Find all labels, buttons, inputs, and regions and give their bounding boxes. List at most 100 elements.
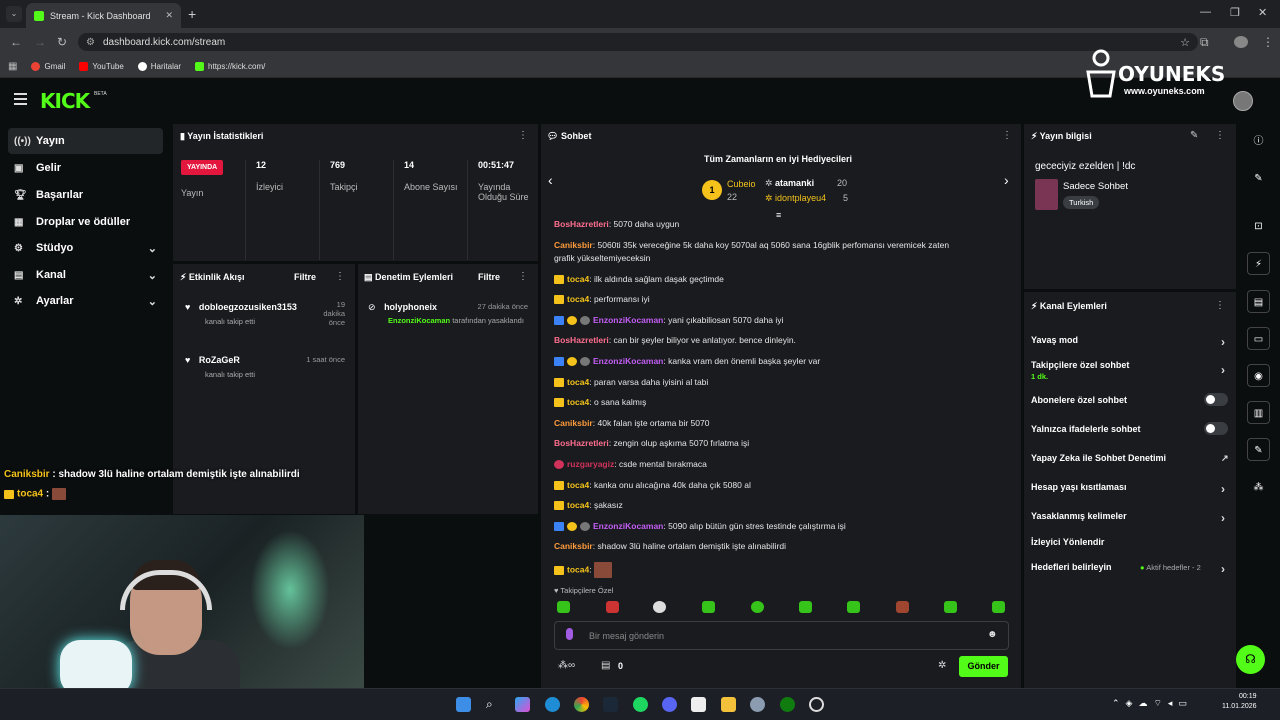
document-icon[interactable]: ▤ [1247, 290, 1270, 313]
chat-username[interactable]: toca4 [567, 480, 589, 490]
pencil-icon[interactable]: ✎ [1247, 167, 1270, 190]
action-slow-mode[interactable]: Yavaş mod › [1031, 335, 1225, 349]
chat-username[interactable]: BosHazretleri [554, 438, 609, 448]
bookmark-gmail[interactable]: Gmail [31, 62, 65, 71]
tab-search-icon[interactable]: ⌄ [6, 6, 22, 22]
chat-username[interactable]: BosHazretleri [554, 335, 609, 345]
chat-username[interactable]: BosHazretleri [554, 219, 609, 229]
app-icon[interactable] [809, 697, 824, 712]
profile-icon[interactable] [1234, 36, 1248, 48]
chat-menu-icon[interactable]: ⋮ [1002, 130, 1012, 141]
emote[interactable] [799, 601, 812, 613]
system-clock[interactable]: 00:19 11.01.2026 [1222, 692, 1257, 712]
chat-username[interactable]: EnzonziKocaman [593, 315, 663, 325]
prev-arrow-icon[interactable]: ‹ [548, 172, 553, 188]
settings-icon[interactable] [750, 697, 765, 712]
restore-icon[interactable]: ❐ [1230, 6, 1240, 19]
bolt-icon[interactable]: ⚡︎ [1247, 252, 1270, 275]
url-bar[interactable]: ⚙ dashboard.kick.com/stream ☆ [78, 33, 1198, 51]
bookmark-youtube[interactable]: YouTube [79, 62, 124, 71]
new-tab-icon[interactable]: + [188, 6, 196, 22]
sidebar-item-kanal[interactable]: ▤ Kanal ⌄ [8, 262, 163, 288]
apps-icon[interactable]: ▦ [8, 61, 17, 72]
chat-username[interactable]: EnzonziKocaman [593, 356, 663, 366]
action-followers-only[interactable]: Takipçilere özel sohbet 1 dk. › [1031, 360, 1225, 381]
forward-icon[interactable]: → [34, 35, 46, 49]
emote[interactable] [606, 601, 619, 613]
emote[interactable] [557, 601, 570, 613]
action-raid[interactable]: İzleyici Yönlendir [1031, 537, 1104, 547]
scroll-pause-icon[interactable]: ≡ [776, 210, 781, 220]
emote[interactable] [944, 601, 957, 613]
minimize-icon[interactable]: — [1200, 6, 1211, 18]
site-info-icon[interactable]: ⚙ [86, 37, 95, 48]
emote[interactable] [992, 601, 1005, 613]
browser-tab[interactable]: Stream - Kick Dashboard ✕ [26, 3, 181, 28]
chat-username[interactable]: Caniksbir [554, 418, 593, 428]
chat-username[interactable]: toca4 [567, 274, 589, 284]
edit-icon[interactable]: ✎ [1190, 130, 1198, 141]
user-avatar[interactable] [1233, 91, 1253, 111]
store-icon[interactable]: ▤ [601, 660, 610, 671]
emote[interactable] [702, 601, 715, 613]
chat-username[interactable]: toca4 [567, 564, 589, 574]
back-icon[interactable]: ← [10, 35, 22, 49]
activity-filter-button[interactable]: Filtre [294, 272, 316, 282]
system-tray[interactable]: ⌃◈☁⌔◂▭ [1112, 698, 1193, 709]
chat-username[interactable]: Caniksbir [554, 240, 593, 250]
emotes-only-toggle[interactable] [1204, 422, 1228, 435]
emote[interactable] [847, 601, 860, 613]
emoji-icon[interactable]: ☻ [987, 629, 998, 640]
moderation-menu-icon[interactable]: ⋮ [518, 271, 528, 282]
support-headset-icon[interactable]: ☊ [1236, 645, 1265, 674]
next-arrow-icon[interactable]: › [1004, 172, 1009, 188]
emote[interactable] [653, 601, 666, 613]
copilot-icon[interactable] [515, 697, 530, 712]
chat-username[interactable]: toca4 [567, 397, 589, 407]
menu-icon[interactable]: ⋮ [1262, 35, 1274, 49]
category-name[interactable]: Sadece Sohbet [1063, 181, 1128, 192]
emote[interactable] [896, 601, 909, 613]
file-explorer-icon[interactable] [721, 697, 736, 712]
subscribers-only-toggle[interactable] [1204, 393, 1228, 406]
action-account-age[interactable]: Hesap yaşı kısıtlaması › [1031, 482, 1225, 496]
discord-icon[interactable] [662, 697, 677, 712]
info-menu-icon[interactable]: ⋮ [1215, 130, 1225, 141]
sidebar-item-studyo[interactable]: ⚙ Stüdyo ⌄ [8, 235, 163, 261]
sidebar-item-gelir[interactable]: ▣ Gelir [8, 155, 163, 181]
close-window-icon[interactable]: ✕ [1258, 6, 1267, 19]
wrench-icon[interactable]: ✎ [1247, 438, 1270, 461]
kick-points-icon[interactable]: ⁂∞ [558, 660, 575, 671]
screenshot-icon[interactable]: ⊡ [1247, 215, 1270, 238]
chat-username[interactable]: EnzonziKocaman [593, 521, 663, 531]
chat-username[interactable]: Caniksbir [554, 541, 593, 551]
activity-menu-icon[interactable]: ⋮ [335, 271, 345, 282]
chrome-icon[interactable] [574, 697, 589, 712]
actions-menu-icon[interactable]: ⋮ [1215, 300, 1225, 311]
extensions-icon[interactable]: ⁂ [1247, 476, 1270, 499]
edge-icon[interactable] [545, 697, 560, 712]
sidebar-item-ayarlar[interactable]: ✲ Ayarlar ⌄ [8, 288, 163, 314]
chat-icon[interactable]: ▭ [1247, 327, 1270, 350]
action-goals[interactable]: Hedefleri belirleyin › [1031, 562, 1225, 576]
bookmark-maps[interactable]: Haritalar [137, 62, 181, 71]
shield-icon[interactable]: ▥ [1247, 401, 1270, 424]
reload-icon[interactable]: ↻ [57, 35, 67, 49]
sidebar-item-basarilar[interactable]: 🏆︎ Başarılar [8, 182, 163, 208]
bookmark-kick[interactable]: https://kick.com/ [195, 62, 265, 71]
app-icon[interactable] [691, 697, 706, 712]
search-icon[interactable]: ⌕ [486, 697, 501, 712]
close-tab-icon[interactable]: ✕ [165, 10, 173, 21]
send-button[interactable]: Gönder [959, 656, 1008, 677]
chat-settings-icon[interactable]: ✲ [938, 660, 946, 671]
info-icon[interactable]: ⓘ [1247, 130, 1270, 153]
emote[interactable] [751, 601, 764, 613]
action-banned-words[interactable]: Yasaklanmış kelimeler › [1031, 511, 1225, 525]
chat-input[interactable]: Bir mesaj gönderin [554, 621, 1009, 650]
chat-username[interactable]: toca4 [567, 500, 589, 510]
chat-username[interactable]: toca4 [567, 377, 589, 387]
hamburger-menu-icon[interactable] [14, 93, 27, 105]
start-icon[interactable] [456, 697, 471, 712]
action-ai-moderation[interactable]: Yapay Zeka ile Sohbet Denetimi ↗ [1031, 453, 1229, 463]
steam-icon[interactable] [603, 697, 618, 712]
